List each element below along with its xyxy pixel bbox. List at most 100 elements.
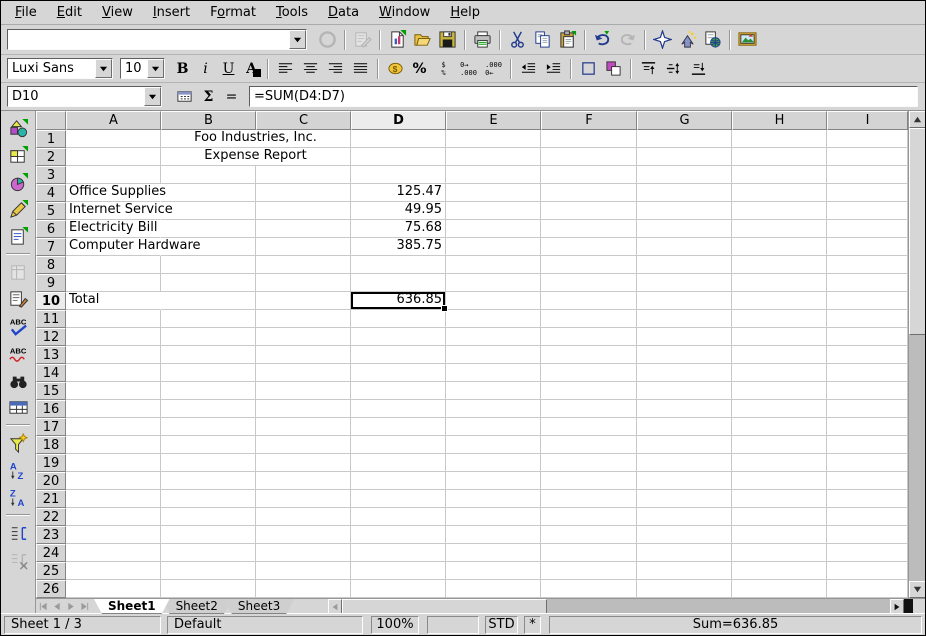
justify-button[interactable] <box>348 57 373 81</box>
align-right-button[interactable] <box>323 57 348 81</box>
cell-C25[interactable] <box>256 562 351 580</box>
cell-F2[interactable] <box>541 148 637 166</box>
cell-H26[interactable] <box>732 580 827 598</box>
cell-G23[interactable] <box>637 526 732 544</box>
sort-descending-button[interactable]: ZA <box>4 485 32 509</box>
cell-G24[interactable] <box>637 544 732 562</box>
cell-F6[interactable] <box>541 220 637 238</box>
cell-F24[interactable] <box>541 544 637 562</box>
cell-F8[interactable] <box>541 256 637 274</box>
cell-C6[interactable] <box>256 220 351 238</box>
sum-panel[interactable]: Sum=636.85 <box>549 616 922 634</box>
cell-D8[interactable] <box>351 256 446 274</box>
italic-button[interactable]: i <box>194 58 217 80</box>
cell-C19[interactable] <box>256 454 351 472</box>
cell-H16[interactable] <box>732 400 827 418</box>
cell-H2[interactable] <box>732 148 827 166</box>
find-replace-button[interactable] <box>4 368 32 392</box>
cell-C13[interactable] <box>256 346 351 364</box>
cell-I2[interactable] <box>827 148 908 166</box>
row-header-7[interactable]: 7 <box>36 238 66 256</box>
cell-E19[interactable] <box>446 454 541 472</box>
cell-F17[interactable] <box>541 418 637 436</box>
cell-B12[interactable] <box>161 328 256 346</box>
cell-G1[interactable] <box>637 130 732 148</box>
cell-G22[interactable] <box>637 508 732 526</box>
row-header-11[interactable]: 11 <box>36 310 66 328</box>
align-middle-button[interactable] <box>661 57 686 81</box>
cell-B15[interactable] <box>161 382 256 400</box>
gallery-button[interactable] <box>735 28 760 52</box>
cell-I20[interactable] <box>827 472 908 490</box>
cell-F22[interactable] <box>541 508 637 526</box>
cell-A22[interactable] <box>66 508 161 526</box>
cell-E10[interactable] <box>446 292 541 310</box>
hyperlink-button[interactable] <box>700 28 725 52</box>
row-header-25[interactable]: 25 <box>36 562 66 580</box>
cell-B25[interactable] <box>161 562 256 580</box>
cell-E13[interactable] <box>446 346 541 364</box>
scroll-up-button[interactable] <box>909 111 926 128</box>
cell-E14[interactable] <box>446 364 541 382</box>
autospellcheck-button[interactable]: ABC <box>4 341 32 365</box>
cell-A10[interactable]: Total <box>66 292 161 310</box>
cell-D15[interactable] <box>351 382 446 400</box>
cell-A20[interactable] <box>66 472 161 490</box>
menu-insert[interactable]: Insert <box>143 3 200 22</box>
save-button[interactable] <box>435 28 460 52</box>
row-header-3[interactable]: 3 <box>36 166 66 184</box>
cell-I9[interactable] <box>827 274 908 292</box>
cell-C5[interactable] <box>256 202 351 220</box>
undo-button[interactable] <box>590 28 615 52</box>
cell-H18[interactable] <box>732 436 827 454</box>
copy-button[interactable] <box>530 28 555 52</box>
cell-D25[interactable] <box>351 562 446 580</box>
sheet-tab-sheet3[interactable]: Sheet3 <box>224 599 294 614</box>
cell-I15[interactable] <box>827 382 908 400</box>
menu-edit[interactable]: Edit <box>47 3 92 22</box>
cell-H11[interactable] <box>732 310 827 328</box>
cell-B4[interactable] <box>161 184 256 202</box>
menu-help[interactable]: Help <box>440 3 490 22</box>
cell-F12[interactable] <box>541 328 637 346</box>
cell-G15[interactable] <box>637 382 732 400</box>
cell-C9[interactable] <box>256 274 351 292</box>
cell-C21[interactable] <box>256 490 351 508</box>
cell-F20[interactable] <box>541 472 637 490</box>
cell-B21[interactable] <box>161 490 256 508</box>
cell-I19[interactable] <box>827 454 908 472</box>
row-header-2[interactable]: 2 <box>36 148 66 166</box>
menu-window[interactable]: Window <box>369 3 440 22</box>
cell-H17[interactable] <box>732 418 827 436</box>
cell-B3[interactable] <box>161 166 256 184</box>
cell-F11[interactable] <box>541 310 637 328</box>
row-header-12[interactable]: 12 <box>36 328 66 346</box>
row-header-13[interactable]: 13 <box>36 346 66 364</box>
cell-F4[interactable] <box>541 184 637 202</box>
cell-G25[interactable] <box>637 562 732 580</box>
grid-corner[interactable] <box>36 111 66 130</box>
cell-C17[interactable] <box>256 418 351 436</box>
cell-C23[interactable] <box>256 526 351 544</box>
cell-D24[interactable] <box>351 544 446 562</box>
cell-B24[interactable] <box>161 544 256 562</box>
cell-C14[interactable] <box>256 364 351 382</box>
cell-D10[interactable]: 636.85 <box>351 292 446 310</box>
standard-format-button[interactable]: $% <box>431 57 456 81</box>
scroll-down-button[interactable] <box>909 581 926 598</box>
cell-E11[interactable] <box>446 310 541 328</box>
currency-format-button[interactable]: $ <box>383 57 408 81</box>
cell-F19[interactable] <box>541 454 637 472</box>
cell-D21[interactable] <box>351 490 446 508</box>
cell-G14[interactable] <box>637 364 732 382</box>
cell-I7[interactable] <box>827 238 908 256</box>
row-header-18[interactable]: 18 <box>36 436 66 454</box>
last-sheet-button[interactable] <box>78 599 92 614</box>
cell-H1[interactable] <box>732 130 827 148</box>
scroll-right-button[interactable] <box>890 599 904 614</box>
cell-A18[interactable] <box>66 436 161 454</box>
cell-A21[interactable] <box>66 490 161 508</box>
cell-F23[interactable] <box>541 526 637 544</box>
insert-cells-button[interactable] <box>4 143 32 167</box>
row-header-20[interactable]: 20 <box>36 472 66 490</box>
